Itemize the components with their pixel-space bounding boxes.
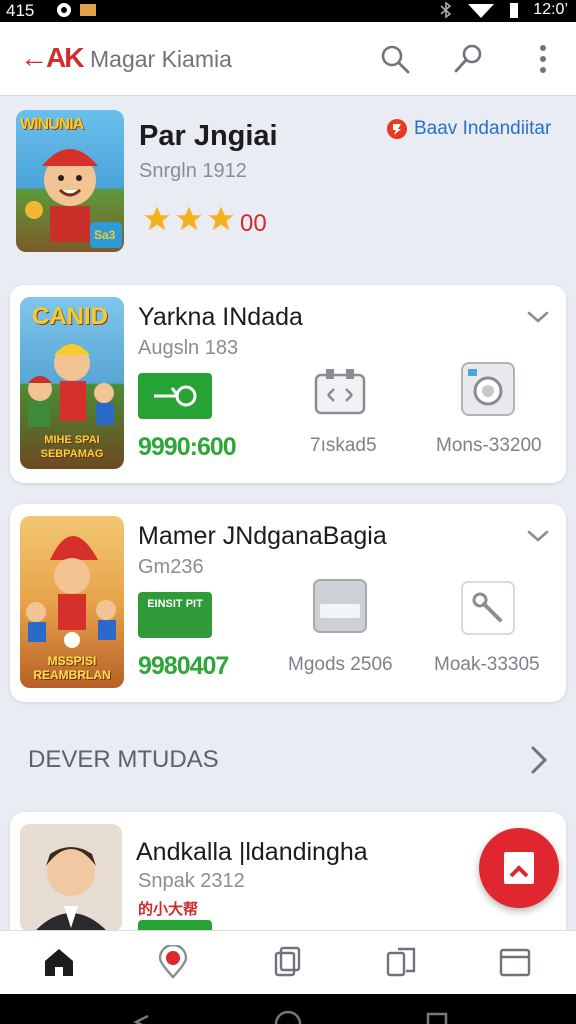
meta-label: Mgods 2506 xyxy=(288,654,393,675)
system-navigation-bar xyxy=(0,994,576,1024)
thumb-subtitle: MIHE SPAI SEBPAMAG xyxy=(40,434,104,460)
featured-subtitle: Snrgln 1912 xyxy=(139,160,247,182)
card-thumbnail[interactable] xyxy=(20,824,122,932)
controller-icon xyxy=(314,369,366,415)
floating-action-button[interactable] xyxy=(479,828,559,908)
status-bar: 415 12:0’ xyxy=(0,0,576,22)
card-tag: 的小大帮 xyxy=(138,901,199,918)
featured-title: Par Jngiai xyxy=(139,120,278,152)
wrench-icon xyxy=(461,581,515,635)
thumb-subtitle: MSSPISI REAMBRLAN xyxy=(33,654,111,682)
thumb-corner: Sa3 xyxy=(94,228,116,242)
app-card[interactable]: MSSPISI REAMBRLAN Mamer JNdganaBagia Gm2… xyxy=(10,504,566,702)
search-icon[interactable] xyxy=(378,42,412,76)
location-pin-icon[interactable] xyxy=(156,945,190,979)
notification-icon xyxy=(57,3,96,17)
badge-text: Baav Indandiitar xyxy=(414,118,552,139)
key-icon xyxy=(154,385,197,407)
notification-icons xyxy=(56,1,102,23)
more-vert-icon[interactable] xyxy=(526,42,560,76)
meta-label: 7ıskad5 xyxy=(310,435,377,456)
card-title: Yarkna INdada xyxy=(138,303,303,331)
featured-thumbnail[interactable]: WINUNIA Sa3 xyxy=(16,110,124,252)
chevron-down-icon[interactable] xyxy=(526,524,550,548)
card-subtitle: Gm236 xyxy=(138,556,204,578)
card-price: 9990:600 xyxy=(138,433,237,461)
card-price: 9980407 xyxy=(138,652,229,680)
rating-value: 00 xyxy=(240,210,267,237)
window-icon[interactable] xyxy=(498,945,532,979)
camera-icon xyxy=(461,362,515,416)
badge-logo-icon xyxy=(387,119,407,139)
action-button[interactable]: EINSIT PIT xyxy=(138,592,212,638)
bottom-navigation xyxy=(0,930,576,994)
action-button-label: EINSIT PIT xyxy=(147,598,203,610)
chevron-down-icon[interactable] xyxy=(526,305,550,329)
app-card[interactable]: CANID MIHE SPAI SEBPAMAG Yarkna INdada A… xyxy=(10,285,566,483)
home-icon[interactable] xyxy=(42,945,76,979)
meta-label: Moak-33305 xyxy=(434,654,540,675)
card-subtitle: Augsln 183 xyxy=(138,337,239,359)
battery-icon xyxy=(510,3,519,18)
status-right: 12:0’ xyxy=(439,1,568,19)
wifi-icon xyxy=(468,4,495,18)
section-title: DEVER MTUDAS xyxy=(28,746,219,773)
card-thumbnail[interactable]: CANID MIHE SPAI SEBPAMAG xyxy=(20,297,124,469)
key-icon[interactable] xyxy=(452,42,486,76)
card-title: Mamer JNdganaBagia xyxy=(138,522,387,550)
star-icon xyxy=(144,206,170,231)
avatar xyxy=(34,847,108,932)
copy-icon[interactable] xyxy=(270,945,304,979)
status-time-right: 12:0’ xyxy=(533,1,568,18)
star-rating xyxy=(142,204,236,234)
thumb-caption: WINUNIA xyxy=(20,116,84,133)
meta-label: Mons-33200 xyxy=(436,435,542,456)
card-thumbnail[interactable]: MSSPISI REAMBRLAN xyxy=(20,516,124,688)
star-icon xyxy=(208,206,234,231)
bookmark-icon xyxy=(504,852,534,884)
bluetooth-icon xyxy=(440,1,452,19)
status-time-left: 415 xyxy=(6,1,35,20)
featured-badge[interactable]: Baav Indandiitar xyxy=(386,118,551,140)
card-title: Andkalla |ldandingha xyxy=(136,838,368,866)
thumb-title: CANID xyxy=(32,303,108,330)
card-subtitle: Snpak 2312 xyxy=(138,870,245,892)
action-button[interactable] xyxy=(138,373,212,419)
card-icon xyxy=(313,579,367,633)
chevron-right-icon[interactable] xyxy=(528,744,550,776)
star-icon xyxy=(176,206,202,231)
system-nav-icons xyxy=(133,1010,448,1024)
pages-icon[interactable] xyxy=(384,945,418,979)
app-bar: ←AK Magar Kiamia xyxy=(0,22,576,96)
app-logo[interactable]: ←AK xyxy=(20,42,84,74)
app-title: Magar Kiamia xyxy=(90,46,232,72)
